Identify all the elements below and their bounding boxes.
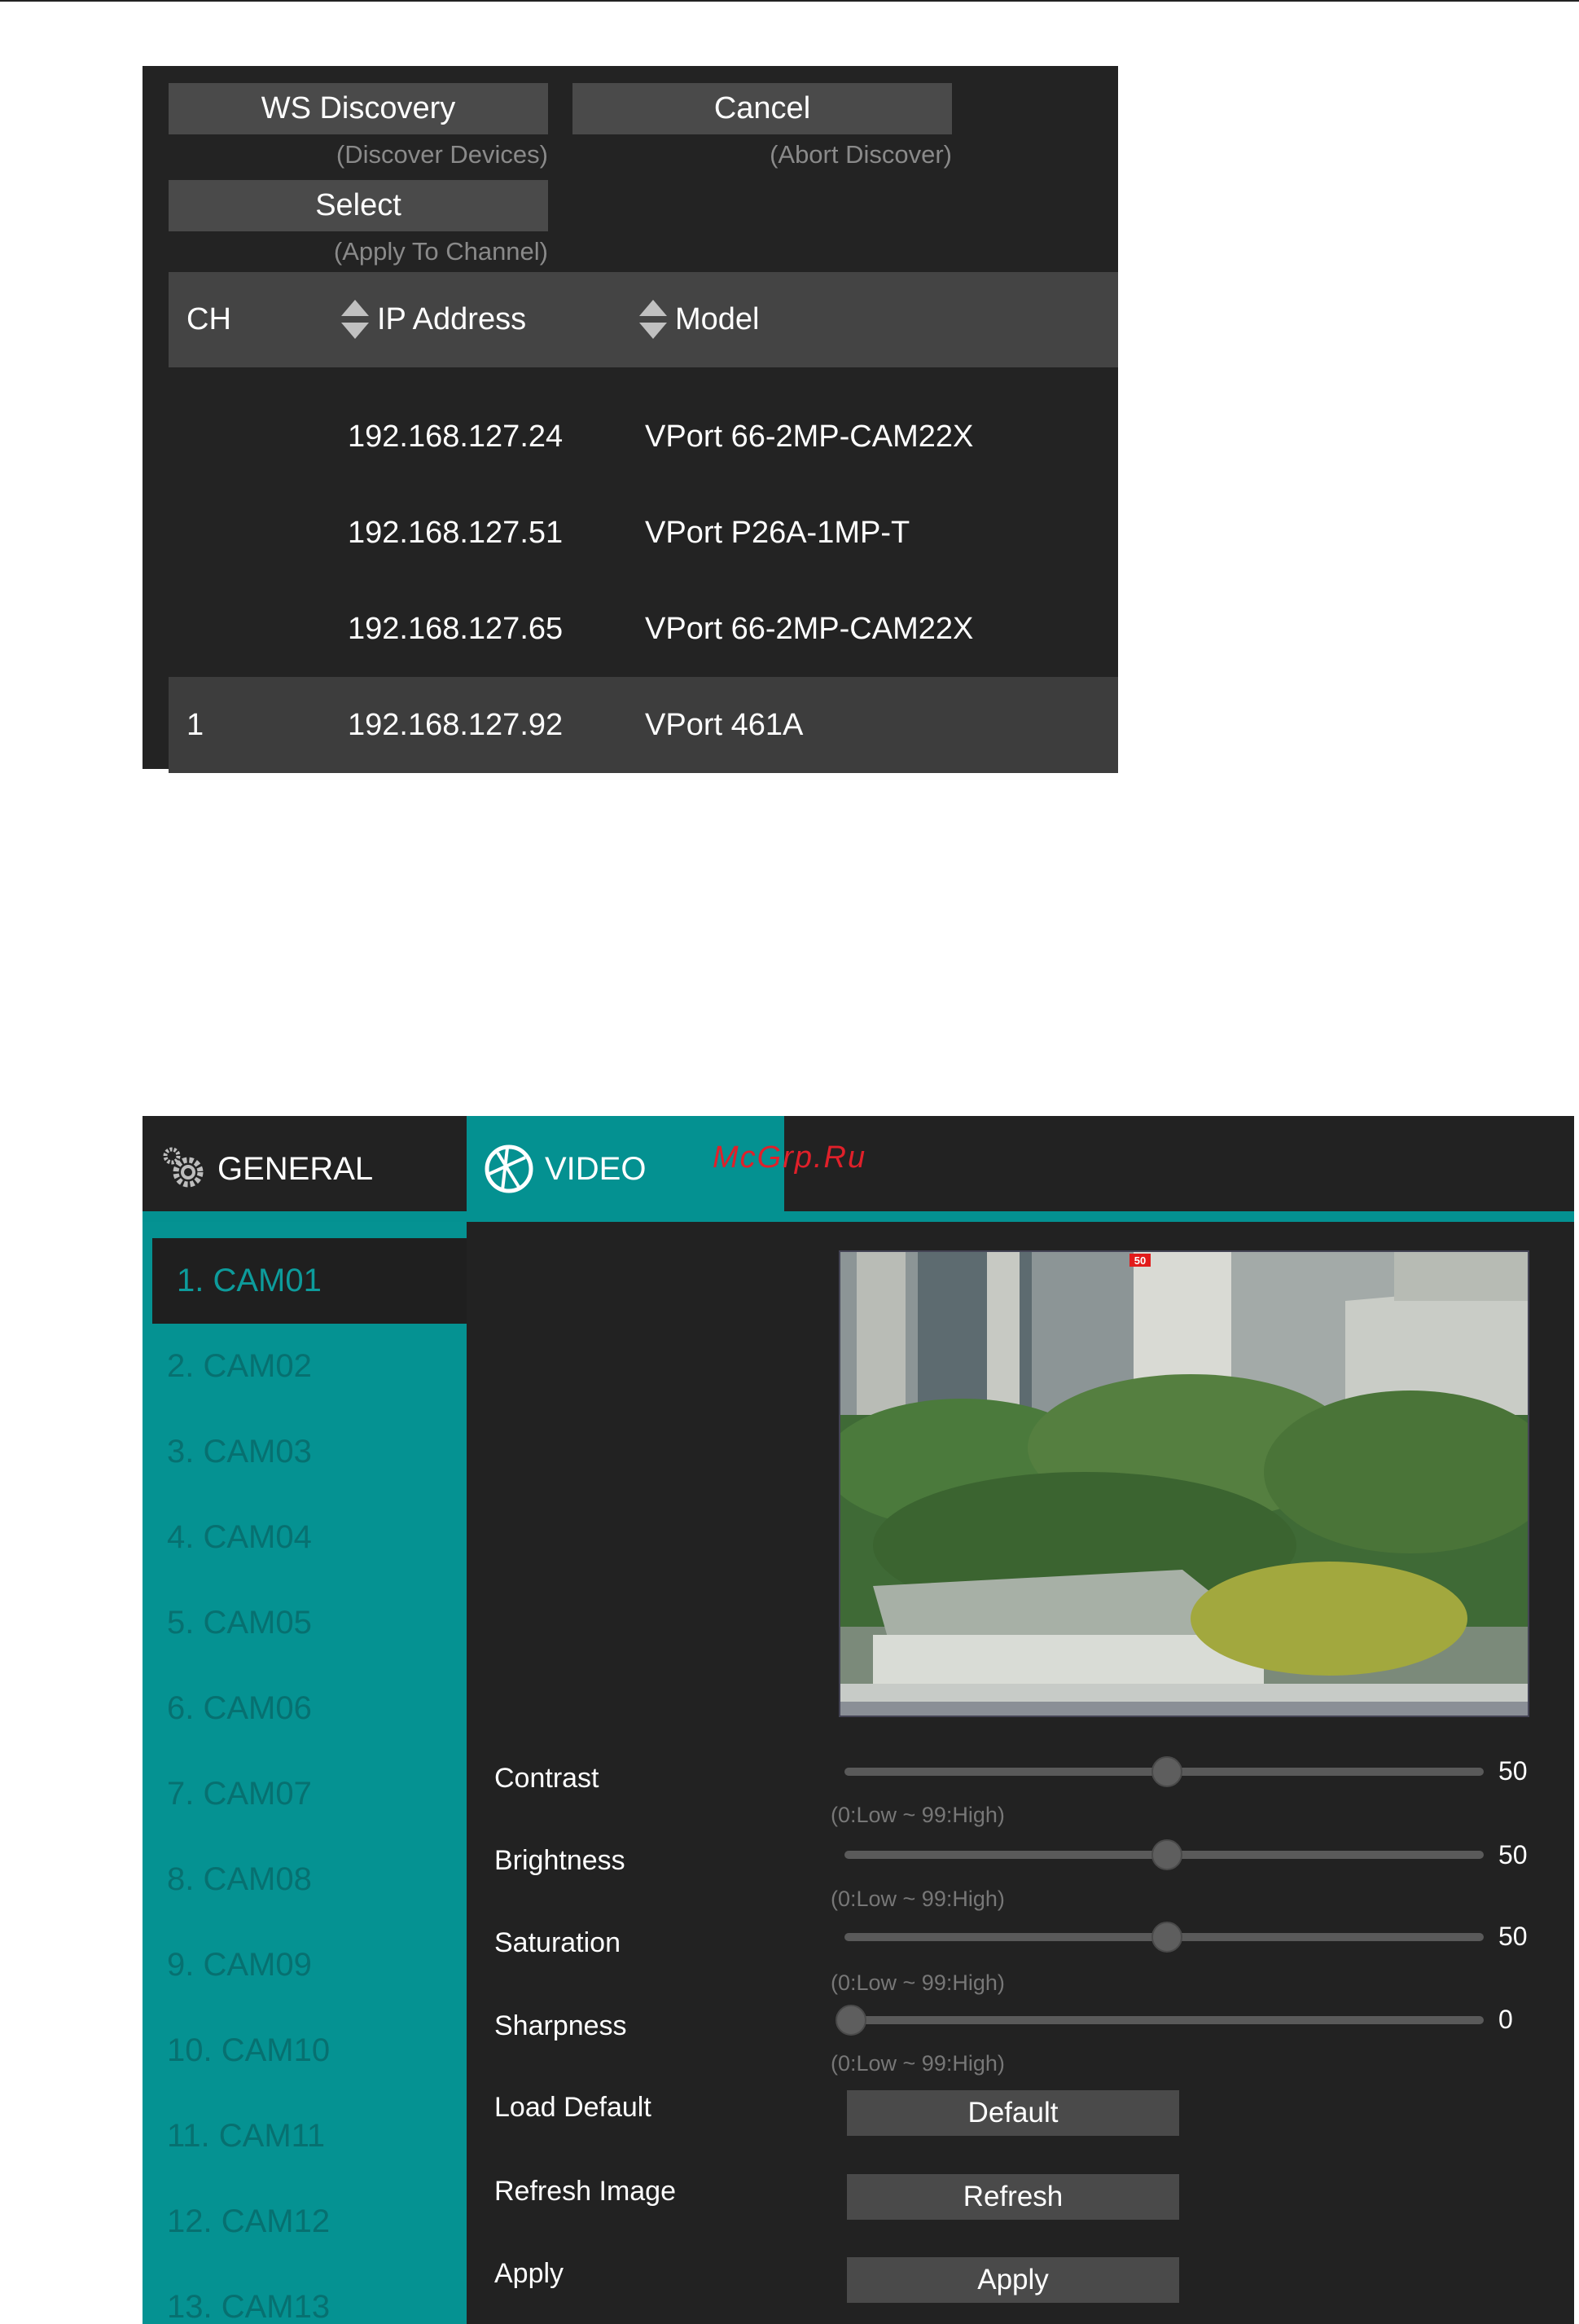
gear-icon — [163, 1147, 204, 1188]
table-row[interactable]: 192.168.127.65 VPort 66-2MP-CAM22X — [169, 581, 1118, 677]
brightness-slider-knob[interactable] — [1151, 1839, 1183, 1870]
saturation-slider-knob[interactable] — [1151, 1922, 1183, 1953]
device-table-header: CH IP Address Model — [169, 272, 1118, 367]
camera-item-cam13[interactable]: 13. CAM13 — [143, 2265, 467, 2324]
contrast-label: Contrast — [494, 1763, 599, 1794]
sort-arrows-icon[interactable] — [639, 299, 667, 340]
watermark-text: McGrp.Ru — [713, 1140, 867, 1175]
camera-item-cam09[interactable]: 9. CAM09 — [143, 1922, 467, 2008]
brightness-range-hint: (0:Low ~ 99:High) — [831, 1887, 1005, 1911]
camera-item-cam06[interactable]: 6. CAM06 — [143, 1666, 467, 1751]
column-header-ip-address[interactable]: IP Address — [341, 272, 526, 367]
table-row[interactable]: 192.168.127.51 VPort P26A-1MP-T — [169, 485, 1118, 581]
saturation-range-hint: (0:Low ~ 99:High) — [831, 1970, 1005, 1995]
camera-item-cam12[interactable]: 12. CAM12 — [143, 2179, 467, 2265]
table-row[interactable]: 192.168.127.24 VPort 66-2MP-CAM22X — [169, 389, 1118, 485]
tab-general[interactable]: GENERAL — [159, 1116, 463, 1222]
camera-item-cam10[interactable]: 10. CAM10 — [143, 2008, 467, 2093]
sharpness-range-hint: (0:Low ~ 99:High) — [831, 2051, 1005, 2076]
select-button[interactable]: Select — [169, 180, 548, 231]
refresh-image-label: Refresh Image — [494, 2176, 676, 2207]
row-model: VPort 66-2MP-CAM22X — [645, 611, 974, 646]
contrast-range-hint: (0:Low ~ 99:High) — [831, 1803, 1005, 1827]
video-settings-panel: GENERAL VIDEO McGrp.Ru 1. CAM01 2. CAM02… — [143, 1116, 1574, 2324]
saturation-value: 50 — [1498, 1922, 1528, 1951]
camera-item-cam08[interactable]: 8. CAM08 — [143, 1837, 467, 1922]
row-ip: 192.168.127.65 — [348, 611, 564, 646]
ws-discovery-panel: WS Discovery (Discover Devices) Cancel (… — [143, 66, 1118, 773]
camera-item-cam03[interactable]: 3. CAM03 — [143, 1409, 467, 1495]
video-preview: 50 — [839, 1250, 1529, 1717]
brightness-label: Brightness — [494, 1845, 625, 1876]
column-header-model-label: Model — [675, 302, 760, 336]
camera-item-cam07[interactable]: 7. CAM07 — [143, 1751, 467, 1837]
column-header-model[interactable]: Model — [639, 272, 760, 367]
load-default-label: Load Default — [494, 2092, 651, 2123]
sort-arrows-icon[interactable] — [341, 299, 369, 340]
page-top-rule — [0, 0, 1579, 2]
tab-bar: GENERAL VIDEO McGrp.Ru — [143, 1116, 1574, 1222]
sharpness-slider[interactable] — [836, 2005, 1484, 2036]
camera-list-sidebar: 1. CAM01 2. CAM02 3. CAM03 4. CAM04 5. C… — [143, 1222, 467, 2324]
camera-item-cam01[interactable]: 1. CAM01 — [152, 1238, 467, 1324]
row-ip: 192.168.127.51 — [348, 515, 564, 550]
cancel-caption: (Abort Discover) — [770, 140, 952, 169]
row-model: VPort 461A — [645, 707, 804, 742]
cancel-button[interactable]: Cancel — [572, 83, 952, 134]
refresh-button[interactable]: Refresh — [847, 2174, 1179, 2220]
aperture-icon — [485, 1144, 533, 1193]
row-model: VPort 66-2MP-CAM22X — [645, 419, 974, 454]
brightness-value: 50 — [1498, 1840, 1528, 1869]
tab-video-label: VIDEO — [545, 1150, 647, 1187]
contrast-value: 50 — [1498, 1756, 1528, 1786]
ws-discovery-button[interactable]: WS Discovery — [169, 83, 548, 134]
row-ch: 1 — [186, 707, 204, 742]
select-caption: (Apply To Channel) — [333, 237, 548, 266]
column-header-ip-label: IP Address — [377, 302, 527, 336]
row-ip: 192.168.127.24 — [348, 419, 564, 454]
row-model: VPort P26A-1MP-T — [645, 515, 910, 550]
contrast-slider[interactable] — [844, 1756, 1484, 1787]
sharpness-label: Sharpness — [494, 2010, 627, 2041]
saturation-label: Saturation — [494, 1927, 621, 1958]
ws-discovery-caption: (Discover Devices) — [336, 140, 548, 169]
preview-badge: 50 — [1129, 1254, 1151, 1267]
camera-item-cam02[interactable]: 2. CAM02 — [143, 1324, 467, 1409]
camera-item-cam04[interactable]: 4. CAM04 — [143, 1495, 467, 1580]
brightness-slider[interactable] — [844, 1839, 1484, 1870]
apply-label: Apply — [494, 2258, 564, 2289]
camera-item-cam05[interactable]: 5. CAM05 — [143, 1580, 467, 1666]
apply-button[interactable]: Apply — [847, 2257, 1179, 2303]
column-header-ch: CH — [186, 302, 231, 336]
table-row-selected[interactable]: 1 192.168.127.92 VPort 461A — [169, 677, 1118, 773]
row-ip: 192.168.127.92 — [348, 707, 564, 742]
sharpness-value: 0 — [1498, 2005, 1513, 2034]
saturation-slider[interactable] — [844, 1922, 1484, 1953]
default-button[interactable]: Default — [847, 2090, 1179, 2136]
contrast-slider-knob[interactable] — [1151, 1756, 1183, 1787]
camera-item-cam11[interactable]: 11. CAM11 — [143, 2093, 467, 2179]
tab-general-label: GENERAL — [217, 1150, 374, 1187]
sharpness-slider-knob[interactable] — [836, 2005, 866, 2036]
preview-scene-image — [840, 1252, 1528, 1716]
